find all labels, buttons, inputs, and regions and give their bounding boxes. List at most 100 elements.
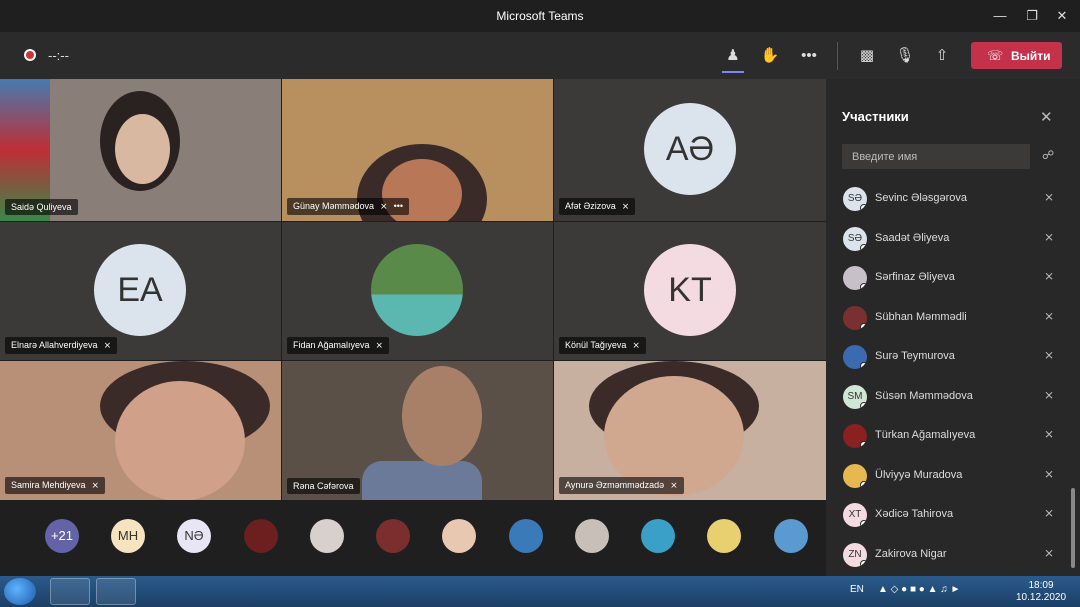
strip-avatar[interactable] [310,519,344,553]
participant-row[interactable]: SƏ Saadət Əliyeva ⨯ [840,224,1062,254]
participants-icon[interactable]: ♟ [721,44,745,68]
strip-avatar[interactable] [707,519,741,553]
video-grid: Saidə Quliyeva Günay Məmmədova ⨯ ••• AƏ Af… [0,79,826,500]
avatar: AƏ [644,103,736,195]
mic-off-icon: ⨯ [621,201,630,211]
strip-avatar[interactable] [376,519,410,553]
share-icon[interactable]: ⇧ [930,44,954,68]
leave-button[interactable]: ☏ Выйти [971,42,1062,69]
participant-row[interactable]: XT Xədicə Tahirova ⨯ [840,500,1062,530]
participant-name: Sevinc Ələsgərova [875,192,968,204]
strip-avatar[interactable]: MH [111,519,145,553]
participant-name-tag: Günay Məmmədova ⨯ ••• [287,198,410,215]
minimize-icon[interactable]: — [990,6,1010,26]
more-icon[interactable]: ••• [394,201,403,211]
mic-off-icon[interactable]: ⨯ [1044,269,1054,283]
participant-name: Xədicə Tahirova [875,508,954,520]
participant-row[interactable]: Türkan Ağamalıyeva ⨯ [840,421,1062,451]
strip-avatar[interactable] [641,519,675,553]
participant-name-tag: Fidan Ağamalıyeva ⨯ [287,337,390,354]
strip-avatar[interactable] [575,519,609,553]
avatar-tile[interactable]: KT Könül Tağıyeva ⨯ [554,222,826,360]
strip-avatar[interactable] [442,519,476,553]
mic-off-icon[interactable]: ⨯ [1044,309,1054,323]
mic-off-icon[interactable]: ⨯ [1044,388,1054,402]
link-icon[interactable]: ☍ [1042,148,1054,162]
participant-row[interactable]: SM Süsən Məmmədova ⨯ [840,382,1062,412]
maximize-icon[interactable]: ❐ [1022,6,1042,26]
participant-row[interactable]: Sərfinaz Əliyeva ⨯ [840,263,1062,293]
participant-row[interactable]: ZN Zakirova Nigar ⨯ [840,540,1062,570]
meeting-toolbar [0,32,1080,79]
avatar-tile[interactable]: AƏ Afət Əzizova ⨯ [554,79,826,221]
participant-row[interactable]: Sübhan Məmmədli ⨯ [840,303,1062,333]
avatar-tile[interactable]: EA Elnarə Allahverdiyeva ⨯ [0,222,281,360]
panel-scrollbar[interactable] [1071,488,1075,568]
chrome-app-icon[interactable] [50,578,90,605]
participant-name-tag: Afət Əzizova ⨯ [559,198,636,215]
phone-icon: ☏ [987,48,1004,63]
mic-off-icon[interactable]: ⨯ [1044,506,1054,520]
mic-off-icon: ⨯ [91,480,100,490]
participant-name: Türkan Ağamalıyeva [875,429,976,441]
participant-row[interactable]: Ülviyyə Muradova ⨯ [840,461,1062,491]
video-tile[interactable]: Saidə Quliyeva [0,79,281,221]
mic-off-icon: ⨯ [375,340,384,350]
video-tile[interactable]: Samira Mehdiyeva ⨯ [0,361,281,500]
participant-row[interactable]: SƏ Sevinc Ələsgərova ⨯ [840,184,1062,214]
mic-off-icon[interactable]: ⨯ [1044,546,1054,560]
mic-off-icon[interactable]: ⨯ [1044,348,1054,362]
avatar [843,345,867,369]
strip-avatar[interactable]: NƏ [177,519,211,553]
participant-name: Surə Teymurova [875,350,955,362]
avatar: KT [644,244,736,336]
toolbar-divider [837,42,838,70]
mic-off-icon[interactable]: ⨯ [1044,190,1054,204]
participant-name: Süsən Məmmədova [875,390,973,402]
active-indicator [722,71,744,73]
participant-name: Zakirova Nigar [875,548,947,560]
language-indicator[interactable]: EN [850,584,864,595]
avatar [843,266,867,290]
camera-off-icon[interactable]: ▩ [855,44,879,68]
mic-off-icon[interactable]: ⨯ [1044,230,1054,244]
participant-face [402,366,482,466]
close-icon[interactable]: ✕ [1052,6,1072,26]
close-icon[interactable]: ✕ [1040,108,1053,126]
teams-app-icon[interactable] [96,578,136,605]
strip-avatar[interactable] [509,519,543,553]
avatar [843,464,867,488]
video-tile[interactable]: Rəna Cəfərova [282,361,553,500]
window-title: Microsoft Teams [496,9,584,23]
participant-name: Ülviyyə Muradova [875,469,963,481]
participant-body [362,461,482,500]
mic-off-icon[interactable]: ⨯ [1044,427,1054,441]
system-clock[interactable]: 18:09 10.12.2020 [1016,580,1066,604]
avatar-tile[interactable]: Fidan Ağamalıyeva ⨯ [282,222,553,360]
avatar: SƏ [843,227,867,251]
tray-icons[interactable]: ▲ ◇ ● ■ ● ▲ ♫ ► [878,584,960,595]
participant-name-tag: Saidə Quliyeva [5,199,78,215]
raise-hand-icon[interactable]: ✋ [758,44,782,68]
participant-name: Sərfinaz Əliyeva [875,271,955,283]
participant-search-input[interactable] [842,144,1030,169]
panel-title: Участники [842,109,909,124]
mic-off-icon[interactable]: ⨯ [1044,467,1054,481]
recording-indicator-icon [24,49,36,61]
video-tile[interactable]: Günay Məmmədova ⨯ ••• [282,79,553,221]
video-tile[interactable]: Aynurə Əzməmmədzadə ⨯ [554,361,826,500]
meeting-timer: --:-- [48,48,69,63]
start-button[interactable] [4,578,36,605]
avatar: ZN [843,543,867,567]
avatar [371,244,463,336]
mic-off-icon[interactable]: 🎙 [893,44,917,68]
more-icon[interactable]: ••• [797,44,821,68]
more-participants-button[interactable]: +21 [45,519,79,553]
strip-avatar[interactable] [244,519,278,553]
participant-face [115,381,245,500]
participant-row[interactable]: Surə Teymurova ⨯ [840,342,1062,372]
mic-off-icon: ⨯ [670,480,678,490]
mic-off-icon: ⨯ [103,340,112,350]
avatar [843,306,867,330]
strip-avatar[interactable] [774,519,808,553]
